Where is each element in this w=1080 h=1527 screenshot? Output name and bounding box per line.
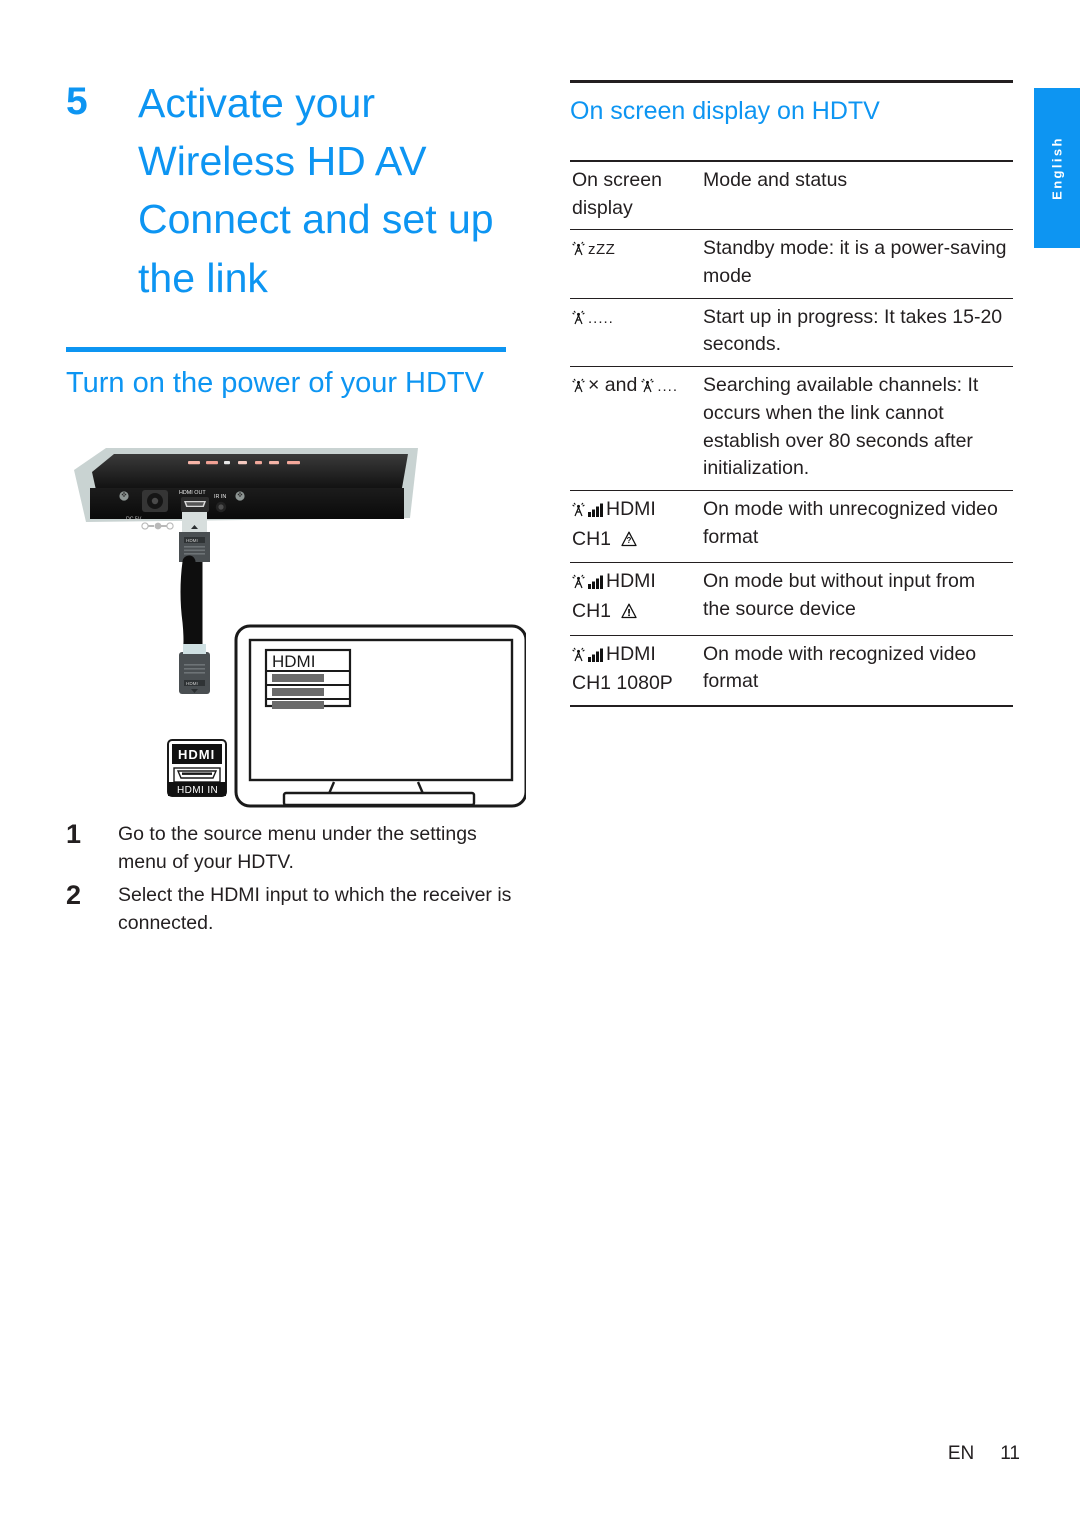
step-number: 2 — [66, 879, 82, 910]
ir-in-port — [215, 501, 227, 513]
left-column: 5 Activate your Wireless HD AV Connect a… — [66, 74, 521, 403]
osd-status-cell: On mode but without input from the sourc… — [701, 562, 1013, 636]
list-item: 1 Go to the source menu under the settin… — [66, 820, 526, 877]
column-header-on-screen-display: On screen display — [570, 160, 701, 231]
osd-text-primary: HDMI — [606, 497, 656, 520]
osd-text-secondary: CH1 — [572, 527, 612, 550]
language-tab: English — [1034, 88, 1080, 248]
table-row: ..... Start up in progress: It takes 15-… — [570, 298, 1013, 368]
osd-text-primary: HDMI — [606, 570, 656, 593]
step-text: Select the HDMI input to which the recei… — [118, 883, 512, 934]
svg-text:HDMI: HDMI — [186, 538, 198, 543]
right-column-top-rule — [570, 80, 1013, 83]
antenna-icon — [641, 374, 655, 402]
antenna-icon — [572, 498, 585, 526]
osd-status-cell: On mode with unrecognized video format — [701, 490, 1013, 564]
osd-text-secondary: CH1 1080P — [572, 672, 673, 695]
step-text: Go to the source menu under the settings… — [118, 823, 477, 874]
svg-text:?: ? — [627, 536, 632, 545]
table-row: HDMI CH1 ? On mode with unrecognized vid… — [570, 490, 1013, 564]
page-footer: EN 11 — [0, 1443, 1020, 1465]
hdmi-in-port-badge: HDMI HDMI IN — [167, 739, 227, 797]
warning-exclaim-icon — [621, 600, 638, 628]
dc-power-label: DC 5V — [126, 517, 142, 523]
signal-bars-icon — [588, 570, 603, 598]
table-row: × and .... Searching available channels:… — [570, 366, 1013, 491]
table-row: HDMI CH1 1080P On mode with recognized v… — [570, 635, 1013, 707]
page-canvas: English 5 Activate your Wireless HD AV C… — [0, 0, 1080, 1527]
setup-illustration: DC 5V HDMI OUT IR IN HDMI HDMI HDMI HDMI… — [66, 440, 526, 810]
table-row: HDMI CH1 On mode but without input from … — [570, 562, 1013, 636]
numbered-steps-list: 1 Go to the source menu under the settin… — [66, 820, 526, 941]
hdtv-illustration: HDMI — [234, 624, 526, 808]
signal-bars-icon — [588, 643, 603, 671]
antenna-icon — [572, 374, 585, 402]
footer-language-code: EN — [947, 1443, 975, 1464]
antenna-icon — [572, 643, 585, 671]
osd-display-cell: HDMI CH1 ? — [570, 490, 701, 564]
osd-display-cell: × and .... — [570, 366, 701, 491]
osd-status-cell: Standby mode: it is a power-saving mode — [701, 229, 1013, 299]
section-divider-rule — [66, 346, 506, 352]
chapter-title: Activate your Wireless HD AV Connect and… — [138, 80, 494, 301]
antenna-icon — [572, 306, 585, 334]
page-number: 11 — [1000, 1443, 1020, 1464]
antenna-icon — [572, 237, 585, 265]
svg-text:HDMI: HDMI — [178, 747, 215, 762]
chapter-number: 5 — [66, 80, 88, 123]
osd-text-primary: × and — [588, 374, 638, 397]
osd-display-cell: zZZ — [570, 229, 701, 299]
chapter-heading: 5 Activate your Wireless HD AV Connect a… — [66, 74, 521, 307]
list-item: 2 Select the HDMI input to which the rec… — [66, 881, 526, 938]
receiver-device: DC 5V HDMI OUT IR IN — [74, 448, 418, 530]
osd-text-primary: zZZ — [588, 241, 616, 259]
osd-text-secondary: CH1 — [572, 599, 612, 622]
table-row: zZZ Standby mode: it is a power-saving m… — [570, 229, 1013, 299]
hdmi-cable: HDMI HDMI — [179, 512, 210, 694]
column-header-mode-and-status: Mode and status — [701, 160, 1013, 231]
section-heading-osd: On screen display on HDTV — [570, 97, 880, 125]
tv-source-menu: HDMI — [264, 648, 352, 709]
osd-text-secondary: .... — [657, 378, 679, 396]
osd-display-cell: HDMI CH1 1080P — [570, 635, 701, 707]
section-heading-power: Turn on the power of your HDTV — [66, 366, 484, 399]
table-header-row: On screen display Mode and status — [570, 160, 1013, 231]
ir-in-label: IR IN — [214, 494, 226, 500]
antenna-icon — [572, 570, 585, 598]
svg-text:HDMI: HDMI — [272, 652, 315, 671]
dc-power-jack — [142, 490, 168, 512]
hdmi-out-label: HDMI OUT — [179, 490, 206, 496]
osd-status-cell: On mode with recognized video format — [701, 635, 1013, 707]
language-tab-label: English — [1049, 136, 1065, 200]
svg-text:HDMI IN: HDMI IN — [177, 785, 218, 796]
warning-question-icon: ? — [621, 528, 638, 556]
osd-text-primary: ..... — [588, 309, 614, 327]
polarity-symbol — [141, 522, 174, 530]
osd-display-cell: HDMI CH1 — [570, 562, 701, 636]
osd-display-cell: ..... — [570, 298, 701, 368]
hdmi-connector-bottom: HDMI — [179, 644, 210, 694]
signal-bars-icon — [588, 498, 603, 526]
osd-status-cell: Searching available channels: It occurs … — [701, 366, 1013, 491]
right-column: On screen display on HDTV On screen disp… — [570, 80, 1013, 707]
osd-status-table: On screen display Mode and status zZZ St… — [570, 160, 1013, 707]
svg-text:HDMI: HDMI — [186, 681, 198, 686]
osd-text-primary: HDMI — [606, 642, 656, 665]
hdmi-out-port — [181, 497, 209, 512]
osd-status-cell: Start up in progress: It takes 15-20 sec… — [701, 298, 1013, 368]
step-number: 1 — [66, 819, 82, 849]
